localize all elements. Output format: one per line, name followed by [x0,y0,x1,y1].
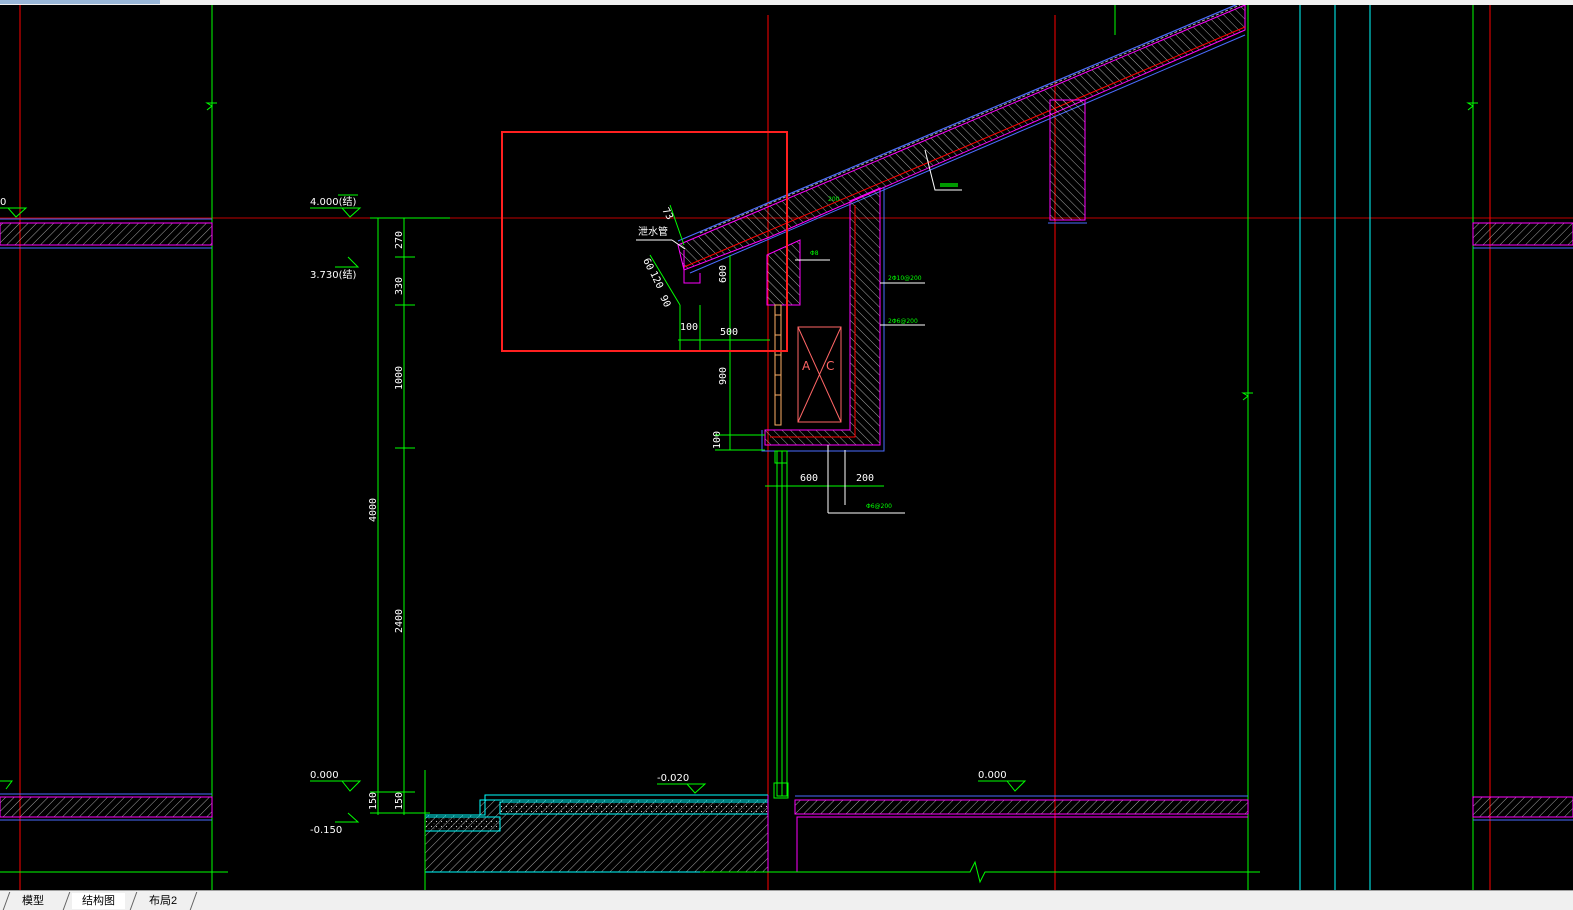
ac-label-c: C [826,359,834,373]
dim-120: 120 [647,270,665,291]
tab-structure[interactable]: 结构图 [72,893,125,909]
tab-divider [129,892,138,910]
dim-2400: 2400 [394,609,405,633]
tab-divider [62,892,71,910]
dim-1000: 1000 [394,366,405,390]
rebar-note-3: 2Φ10@200 [888,275,922,282]
dim-90: 90 [657,294,672,310]
drawing-svg[interactable]: A C 270 330 1000 4000 2400 150 150 0 4.0… [0,5,1573,890]
level-floor-right: 0.000 [978,770,1007,781]
tab-divider [2,892,11,910]
rebar-note-1: 200 [828,196,840,203]
dim-60: 60 [640,257,655,273]
dim-150-b: 150 [394,792,405,810]
drain-pipe-label: 泄水管 [638,225,668,238]
window-frame [773,450,789,799]
dim-900: 900 [718,367,729,385]
level-left-top: 0 [0,197,6,208]
layout-tab-bar: 模型 结构图 布局2 [0,890,1573,910]
rebar-note-2: Φ8 [810,250,819,257]
active-doc-tab[interactable] [0,0,160,4]
dim-330: 330 [394,277,405,295]
ground-slabs [424,770,1260,890]
level-floor-left: 0.000 [310,770,339,781]
dim-100-a: 100 [680,322,698,333]
cad-drawing-canvas[interactable]: A C 270 330 1000 4000 2400 150 150 0 4.0… [0,5,1573,890]
vertical-dimensions: 270 330 1000 4000 2400 150 150 [368,217,450,815]
dim-270: 270 [394,231,405,249]
dim-200: 200 [856,473,874,484]
tab-divider [189,892,198,910]
sloped-roof [677,5,1246,306]
level-beam: 3.730(结) [310,268,357,281]
dim-500: 500 [720,327,738,338]
tab-layout2[interactable]: 布局2 [139,893,187,909]
level-ground-outside: -0.020 [657,773,689,784]
dim-100-b: 100 [712,431,723,449]
rebar-note-4: 2Φ6@200 [888,318,918,325]
dim-600-v: 600 [718,265,729,283]
ac-label-a: A [802,359,811,373]
dim-150-a: 150 [368,792,379,810]
level-floor-left-sub: -0.150 [310,825,342,836]
rebar-note-5: Φ6@200 [866,503,892,510]
tab-model[interactable]: 模型 [12,893,54,909]
dim-4000: 4000 [368,498,379,522]
level-roof: 4.000(结) [310,195,357,208]
dim-600-h: 600 [800,473,818,484]
